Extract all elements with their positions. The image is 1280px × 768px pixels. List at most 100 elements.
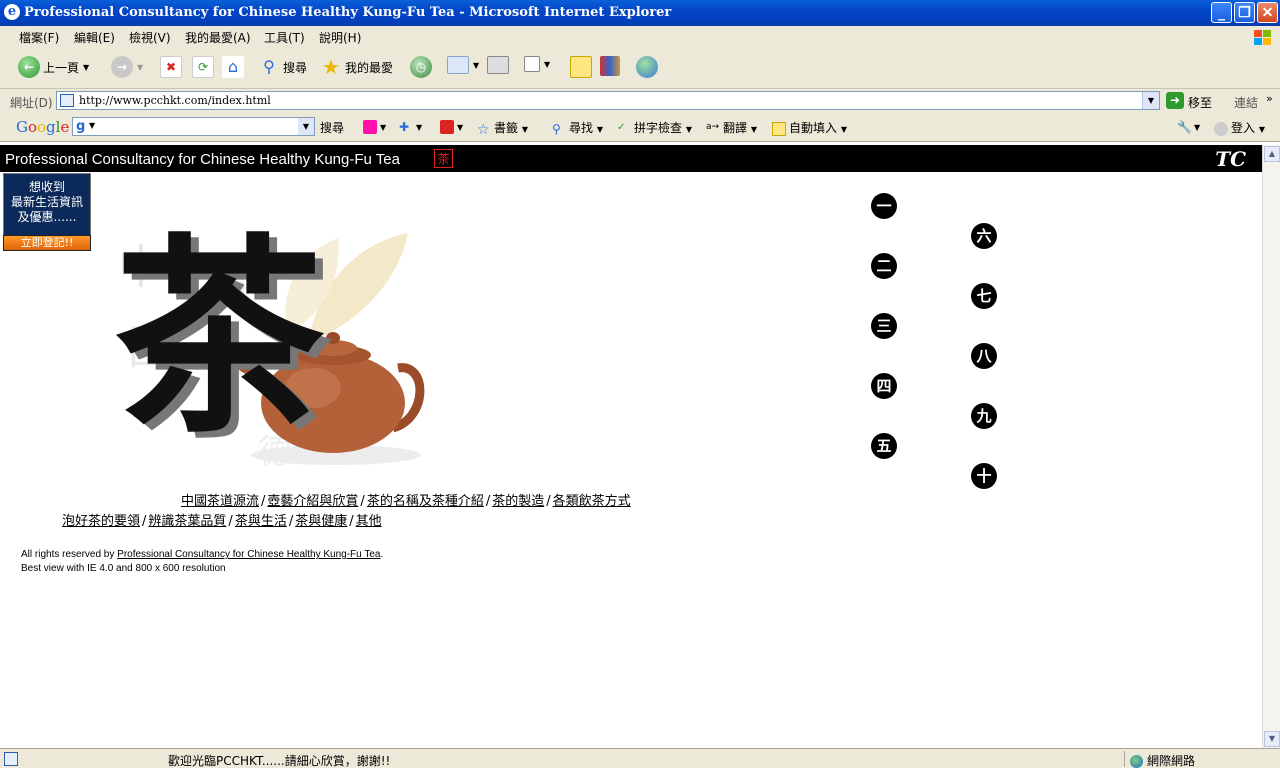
menu-help[interactable]: 說明(H) [319, 29, 361, 46]
page-icon [60, 94, 74, 107]
news-button[interactable]: ▼ [363, 119, 386, 134]
link-others[interactable]: 其他 [356, 514, 382, 529]
page-footer: All rights reserved by Professional Cons… [21, 549, 384, 574]
nav-dot-5[interactable]: 五 [871, 433, 897, 459]
google-search-input[interactable]: g ▼ ▼ [72, 117, 315, 136]
print-button[interactable] [487, 56, 509, 80]
window-titlebar: e Professional Consultancy for Chinese H… [0, 0, 1280, 26]
discuss-button[interactable] [570, 56, 592, 80]
user-icon [1214, 121, 1228, 136]
chevron-down-icon[interactable]: ▼ [83, 63, 89, 72]
history-button[interactable]: ◷ [410, 56, 432, 80]
link-tea-names[interactable]: 茶的名稱及茶種介紹 [367, 494, 484, 509]
messenger-icon [636, 56, 658, 78]
menu-file[interactable]: 檔案(F) [19, 29, 59, 46]
link-tea-origin[interactable]: 中國茶道源流 [181, 494, 259, 509]
autofill-icon [772, 121, 786, 136]
address-url[interactable]: http://www.pcchkt.com/index.html [79, 94, 271, 107]
copyright-text: All rights reserved by [21, 549, 118, 560]
forward-button[interactable]: → ▼ [111, 56, 143, 80]
link-tea-making[interactable]: 茶的製造 [492, 494, 544, 509]
menu-favorites[interactable]: 我的最愛(A) [185, 29, 251, 46]
chevron-down-icon[interactable]: ▼ [89, 121, 95, 130]
search-button[interactable]: ⚲ 搜尋 [258, 56, 307, 80]
address-label: 網址(D) [10, 96, 53, 110]
nav-dot-6[interactable]: 六 [971, 223, 997, 249]
chevron-right-icon[interactable]: » [1266, 92, 1273, 105]
signin-button[interactable]: 登入 ▼ [1214, 119, 1265, 136]
site-title: Professional Consultancy for Chinese Hea… [5, 151, 400, 168]
vertical-scrollbar[interactable]: ▲ ▼ [1262, 145, 1280, 748]
site-header: Professional Consultancy for Chinese Hea… [0, 145, 1262, 172]
messenger-button[interactable] [636, 56, 658, 80]
mail-icon [447, 56, 469, 74]
bookmarks-button[interactable]: ☆ 書籤 ▼ [477, 119, 528, 138]
security-zone: 網際網路 [1130, 752, 1195, 768]
status-divider [1124, 751, 1125, 767]
link-teapot-art[interactable]: 壺藝介紹與欣賞 [267, 494, 358, 509]
stop-button[interactable]: ✖ [160, 56, 182, 80]
scroll-up-icon[interactable]: ▲ [1264, 146, 1280, 162]
promo-line: 及優惠...... [17, 210, 77, 224]
go-button[interactable]: 移至 [1188, 94, 1212, 111]
ie-icon: e [4, 4, 20, 20]
refresh-button[interactable]: ⟳ [192, 56, 214, 80]
menu-view[interactable]: 檢視(V) [129, 29, 171, 46]
spellcheck-button[interactable]: ✓ 拼字檢查 ▼ [617, 119, 692, 136]
page-content: Professional Consultancy for Chinese Hea… [0, 145, 1262, 748]
link-tea-quality[interactable]: 辨識茶葉品質 [148, 514, 226, 529]
popup-blocker-button[interactable]: ▼ [440, 119, 463, 134]
register-button[interactable]: 立即登記!! [3, 235, 91, 251]
chevron-down-icon[interactable]: ▼ [1142, 92, 1159, 109]
autofill-button[interactable]: 自動填入 ▼ [772, 119, 847, 136]
link-brewing-tips[interactable]: 泡好茶的要領 [62, 514, 140, 529]
link-drinking-methods[interactable]: 各類飲茶方式 [553, 494, 631, 509]
chevron-down-icon[interactable]: ▼ [298, 118, 314, 135]
news-icon [363, 119, 377, 134]
close-button[interactable]: ✕ [1257, 2, 1278, 23]
links-button[interactable]: 連結 [1234, 94, 1258, 111]
windows-flag-icon [1252, 28, 1272, 46]
address-input[interactable]: http://www.pcchkt.com/index.html ▼ [56, 91, 1160, 110]
status-bar: 歡迎光臨PCCHKT......請細心欣賞，謝謝!! 網際網路 [0, 748, 1280, 768]
translate-button[interactable]: a→ 翻譯 ▼ [706, 119, 757, 136]
favorites-button[interactable]: ★ 我的最愛 [320, 56, 393, 80]
translate-icon: a→ [706, 121, 720, 132]
chevron-down-icon[interactable]: ▼ [544, 60, 550, 69]
plus-icon: ✚ [399, 119, 410, 134]
research-button[interactable] [600, 56, 620, 80]
nav-dot-10[interactable]: 十 [971, 463, 997, 489]
menu-edit[interactable]: 編輯(E) [74, 29, 115, 46]
chevron-down-icon[interactable]: ▼ [137, 63, 143, 72]
mail-button[interactable]: ▼ [447, 56, 479, 80]
history-icon: ◷ [410, 56, 432, 78]
nav-dot-9[interactable]: 九 [971, 403, 997, 429]
star-icon: ☆ [477, 121, 490, 138]
menu-tools[interactable]: 工具(T) [264, 29, 305, 46]
back-button[interactable]: ← 上一頁 ▼ [18, 56, 89, 80]
nav-dot-3[interactable]: 三 [871, 313, 897, 339]
nav-dot-8[interactable]: 八 [971, 343, 997, 369]
promo-line: 最新生活資訊 [10, 195, 83, 209]
link-tea-health[interactable]: 茶與健康 [295, 514, 347, 529]
chevron-down-icon[interactable]: ▼ [473, 61, 479, 70]
wrench-icon: 🔧 [1177, 119, 1192, 134]
google-search-button[interactable]: 搜尋 [320, 119, 344, 136]
scroll-down-icon[interactable]: ▼ [1264, 731, 1280, 747]
find-button[interactable]: ⚲ 尋找 ▼ [552, 119, 603, 136]
nav-dot-4[interactable]: 四 [871, 373, 897, 399]
home-button[interactable]: ⌂ [222, 56, 244, 80]
research-icon [600, 56, 620, 76]
copyright-link[interactable]: Professional Consultancy for Chinese Hea… [117, 549, 380, 560]
add-button[interactable]: ✚ ▼ [399, 119, 422, 134]
minimize-button[interactable]: _ [1211, 2, 1232, 23]
go-arrow-icon[interactable]: ➜ [1166, 92, 1184, 109]
nav-dot-7[interactable]: 七 [971, 283, 997, 309]
edit-button[interactable]: ▼ [524, 56, 550, 80]
nav-dot-2[interactable]: 二 [871, 253, 897, 279]
nav-dot-1[interactable]: 一 [871, 193, 897, 219]
maximize-button[interactable]: ❐ [1234, 2, 1255, 23]
settings-button[interactable]: 🔧 ▼ [1177, 119, 1200, 134]
link-tea-life[interactable]: 茶與生活 [235, 514, 287, 529]
forward-arrow-icon: → [111, 56, 133, 78]
